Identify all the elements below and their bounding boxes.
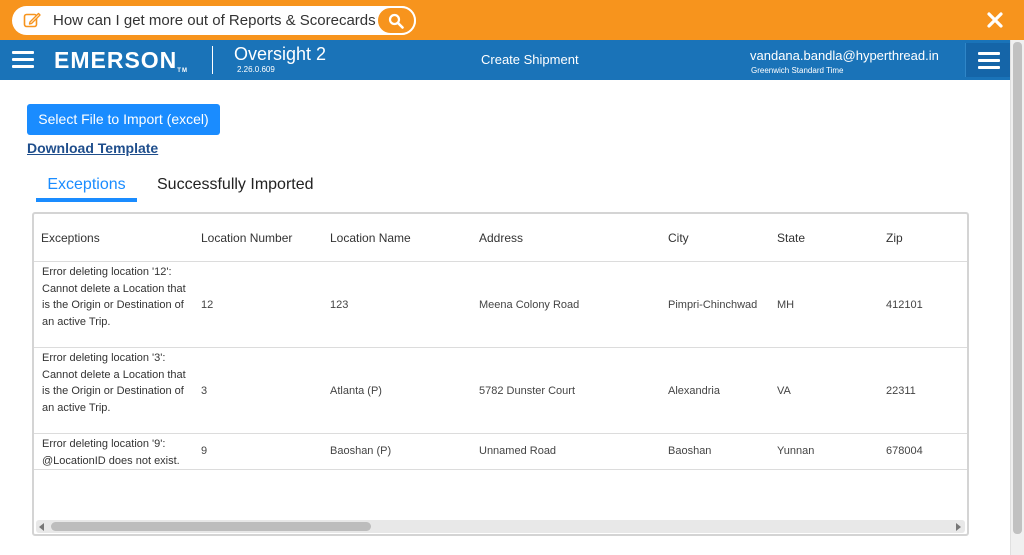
user-timezone: Greenwich Standard Time xyxy=(751,66,844,75)
download-template-link[interactable]: Download Template xyxy=(27,140,158,156)
app-version: 2.26.0.609 xyxy=(237,65,275,74)
city-cell: Alexandria xyxy=(668,385,720,397)
close-icon[interactable] xyxy=(986,11,1004,29)
zip-cell: 22311 xyxy=(886,385,916,397)
horizontal-scrollbar-thumb[interactable] xyxy=(51,522,371,531)
exception-cell: Error deleting location '12': Cannot del… xyxy=(42,266,186,328)
exception-cell: Error deleting location '3': Cannot dele… xyxy=(42,352,186,414)
edit-icon xyxy=(23,12,41,28)
location-name-cell: 123 xyxy=(330,299,349,311)
state-cell: MH xyxy=(777,299,795,311)
location-number-cell: 9 xyxy=(201,445,208,457)
column-header[interactable]: City xyxy=(668,231,689,245)
location-number-cell: 12 xyxy=(201,299,214,311)
column-header[interactable]: Address xyxy=(479,231,523,245)
table-row[interactable]: Error deleting location '9': @LocationID… xyxy=(34,434,967,470)
scroll-right-icon[interactable] xyxy=(956,523,961,531)
user-email[interactable]: vandana.bandla@hyperthread.in xyxy=(750,48,939,63)
table-row[interactable]: Error deleting location '12': Cannot del… xyxy=(34,262,967,348)
column-header[interactable]: Zip xyxy=(886,231,903,245)
scroll-left-icon[interactable] xyxy=(39,523,44,531)
user-menu-button[interactable] xyxy=(965,43,1010,77)
tab-exceptions[interactable]: Exceptions xyxy=(36,176,137,202)
main-menu-icon[interactable] xyxy=(12,51,34,69)
city-cell: Pimpri-Chinchwad xyxy=(668,299,758,311)
address-cell: 5782 Dunster Court xyxy=(479,385,575,397)
city-cell: Baoshan xyxy=(668,445,712,457)
search-icon xyxy=(388,13,404,29)
location-number-cell: 3 xyxy=(201,385,208,397)
horizontal-scrollbar[interactable] xyxy=(36,520,965,533)
brand-logo: EMERSONTM xyxy=(54,47,188,74)
state-cell: VA xyxy=(777,385,791,397)
address-cell: Unnamed Road xyxy=(479,445,557,457)
help-search-button[interactable] xyxy=(376,6,416,35)
app-name: Oversight 2 xyxy=(234,44,327,64)
column-header[interactable]: Location Number xyxy=(201,231,292,245)
exception-cell: Error deleting location '9': @LocationID… xyxy=(42,438,180,467)
vertical-scrollbar-thumb[interactable] xyxy=(1013,42,1022,534)
zip-cell: 412101 xyxy=(886,299,923,311)
location-name-cell: Baoshan (P) xyxy=(330,445,392,457)
header-divider xyxy=(212,46,213,74)
column-header[interactable]: Exceptions xyxy=(41,231,100,245)
column-header[interactable]: Location Name xyxy=(330,231,411,245)
help-question-text[interactable]: How can I get more out of Reports & Scor… xyxy=(53,12,384,29)
state-cell: Yunnan xyxy=(777,445,815,457)
vertical-scrollbar[interactable] xyxy=(1010,40,1024,555)
menu-icon xyxy=(978,52,1000,70)
page-title: Create Shipment xyxy=(481,52,579,67)
help-question-box[interactable]: How can I get more out of Reports & Scor… xyxy=(12,6,416,35)
zip-cell: 678004 xyxy=(886,445,923,457)
column-header[interactable]: State xyxy=(777,231,805,245)
exceptions-grid: Exceptions Location Number Location Name… xyxy=(32,212,969,536)
location-name-cell: Atlanta (P) xyxy=(330,385,382,397)
table-row[interactable]: Error deleting location '3': Cannot dele… xyxy=(34,348,967,434)
tab-successfully-imported[interactable]: Successfully Imported xyxy=(157,176,314,202)
select-file-import-button[interactable]: Select File to Import (excel) xyxy=(27,104,220,135)
table-header-row: Exceptions Location Number Location Name… xyxy=(34,214,967,262)
address-cell: Meena Colony Road xyxy=(479,299,580,311)
app-header: EMERSONTM Oversight 2 2.26.0.609 Create … xyxy=(0,40,1010,80)
help-bar: How can I get more out of Reports & Scor… xyxy=(0,0,1024,40)
